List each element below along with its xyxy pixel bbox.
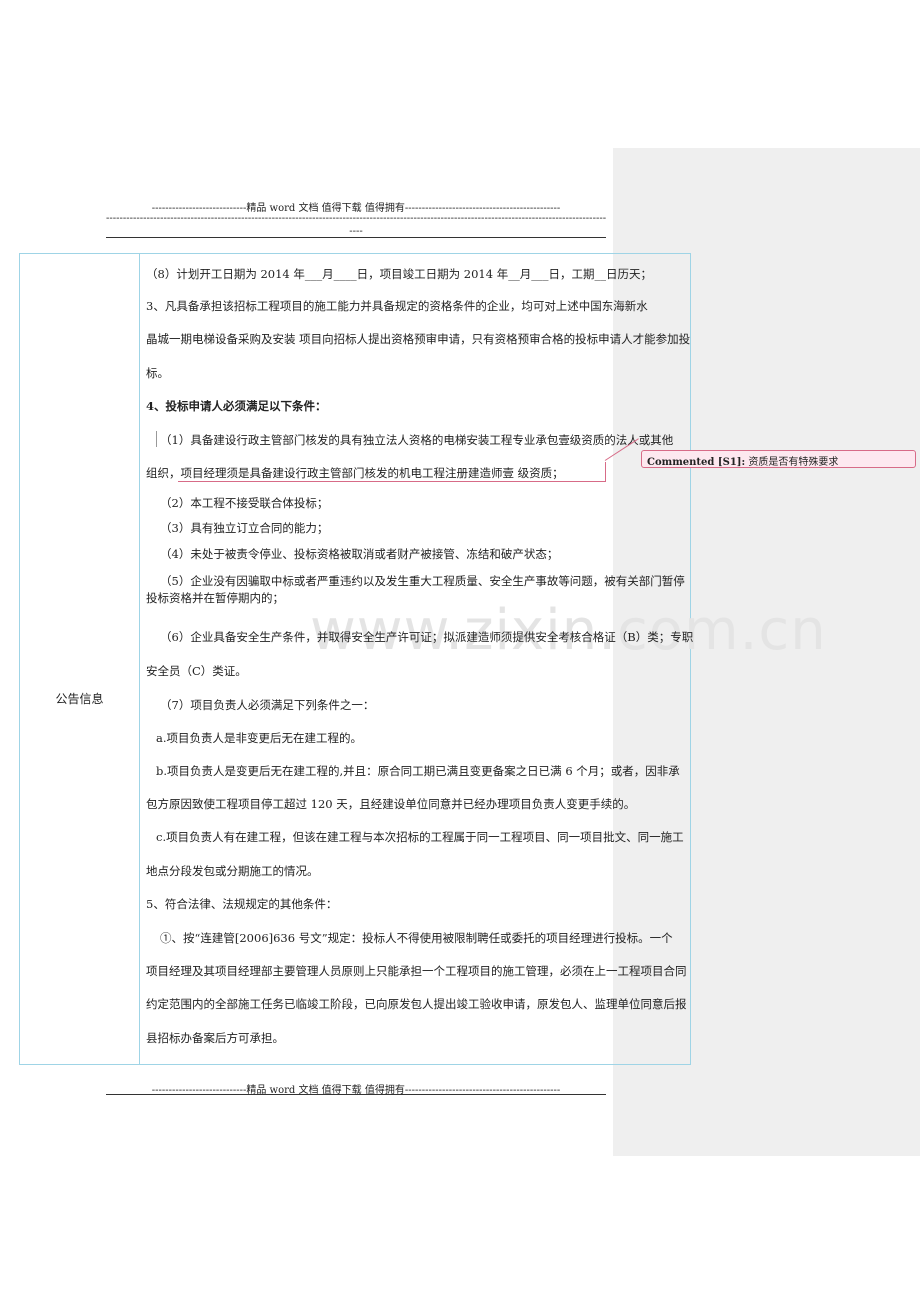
line-13: （6）企业具备安全生产条件，并取得安全生产许可证；拟派建造师须提供安全考核合格证…: [160, 630, 694, 644]
text-cursor: [156, 431, 157, 447]
line-19: c.项目负责人有在建工程，但该在建工程与本次招标的工程属于同一工程项目、同一项目…: [156, 830, 684, 844]
line-1: （8）计划开工日期为 2014 年___月____日，项目竣工日期为 2014 …: [146, 267, 652, 281]
line-8: （2）本工程不接受联合体投标；: [160, 496, 329, 510]
line-14: 安全员（C）类证。: [146, 664, 247, 678]
line-23: 项目经理及其项目经理部主要管理人员原则上只能承担一个工程项目的施工管理，必须在上…: [146, 964, 687, 978]
header-text: ----------------------------精品 word 文档 值…: [151, 203, 561, 214]
line-25: 县招标办备案后方可承担。: [146, 1031, 284, 1045]
header-dashes: ----------------------------------------…: [106, 213, 606, 224]
line-16: a.项目负责人是非变更后无在建工程的。: [156, 731, 363, 745]
comment-balloon[interactable]: Commented [S1]: 资质是否有特殊要求: [641, 450, 916, 468]
line-9: （3）具有独立订立合同的能力；: [160, 521, 329, 535]
comment-highlight[interactable]: [178, 462, 606, 482]
line-10: （4）未处于被责令停业、投标资格被取消或者财产被接管、冻结和破产状态；: [160, 547, 559, 561]
footer-rule: [106, 1094, 606, 1095]
line-17: b.项目负责人是变更后无在建工程的,并且：原合同工期已满且变更备案之日已满 6 …: [156, 764, 680, 778]
table-divider: [139, 253, 140, 1065]
comment-text: 资质是否有特殊要求: [748, 457, 839, 468]
line-2: 3、凡具备承担该招标工程项目的施工能力并具备规定的资格条件的企业，均可对上述中国…: [146, 299, 648, 313]
line-6: （1）具备建设行政主管部门核发的具有独立法人资格的电梯安装工程专业承包壹级资质的…: [160, 433, 674, 447]
line-15: （7）项目负责人必须满足下列条件之一：: [160, 698, 375, 712]
line-18: 包方原因致使工程项目停工超过 120 天，且经建设单位同意并已经办理项目负责人变…: [146, 797, 636, 811]
line-21: 5、符合法律、法规规定的其他条件：: [146, 897, 338, 911]
comment-author: Commented [S1]:: [647, 457, 746, 468]
header-rule: [106, 237, 606, 238]
line-12: 投标资格并在暂停期内的；: [146, 591, 284, 605]
line-4: 标。: [146, 366, 169, 380]
line-24: 约定范围内的全部施工任务已临竣工阶段，已向原发包人提出竣工验收申请，原发包人、监…: [146, 997, 687, 1011]
section-heading-4: 4、投标申请人必须满足以下条件：: [146, 399, 327, 413]
line-3: 晶城一期电梯设备采购及安装 项目向招标人提出资格预审申请，只有资格预审合格的投标…: [146, 332, 691, 346]
line-11: （5）企业没有因骗取中标或者严重违约以及发生重大工程质量、安全生产事故等问题，被…: [160, 574, 685, 588]
row-label: 公告信息: [55, 692, 104, 706]
header-dashes-tail: ----: [349, 226, 363, 237]
line-22: ①、按“连建管[2006]636 号文”规定：投标人不得使用被限制聘任或委托的项…: [160, 931, 673, 945]
line-20: 地点分段发包或分期施工的情况。: [146, 864, 319, 878]
